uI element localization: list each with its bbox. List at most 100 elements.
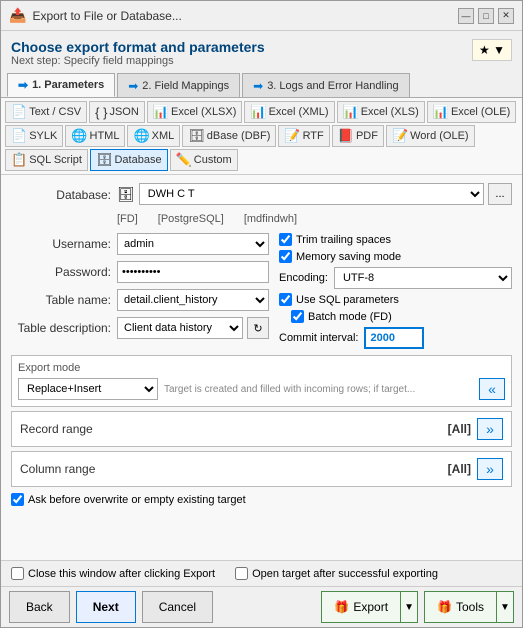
back-label: Back: [26, 600, 53, 614]
cancel-button[interactable]: Cancel: [142, 591, 213, 623]
sylk-icon: 📄: [11, 128, 27, 144]
two-col-section: Username: admin Password: Table name: de…: [11, 233, 512, 349]
back-button[interactable]: Back: [9, 591, 70, 623]
window-title: Export to File or Database...: [32, 9, 181, 23]
left-column: Username: admin Password: Table name: de…: [11, 233, 269, 349]
export-icon: 🎁: [334, 600, 349, 614]
format-text-csv[interactable]: 📄 Text / CSV: [5, 101, 87, 123]
record-range-button[interactable]: »: [477, 418, 503, 440]
favorites-button[interactable]: ★ ▼: [472, 39, 512, 61]
main-window: 📤 Export to File or Database... — □ ✕ Ch…: [0, 0, 523, 628]
open-after-export-checkbox[interactable]: [235, 567, 248, 580]
tab-field-mappings[interactable]: ➡ 2. Field Mappings: [117, 73, 240, 97]
table-name-select[interactable]: detail.client_history: [117, 289, 269, 311]
database-input-group: 🗄 DWH C T ...: [117, 183, 512, 205]
batch-mode-checkbox[interactable]: [291, 310, 304, 323]
encoding-select[interactable]: UTF-8: [334, 267, 512, 289]
maximize-button[interactable]: □: [478, 8, 494, 24]
table-name-label: Table name:: [11, 293, 111, 307]
db-meta-row: [FD] [PostgreSQL] [mdfindwh]: [11, 213, 512, 225]
use-sql-params-label: Use SQL parameters: [296, 294, 399, 306]
sql-script-icon: 📋: [11, 152, 27, 168]
tab-arrow-icon-3: ➡: [253, 79, 263, 93]
format-excel-xml[interactable]: 📊 Excel (XML): [244, 101, 334, 123]
rtf-icon: 📝: [284, 128, 300, 144]
format-xml[interactable]: 🌐 XML: [127, 125, 180, 147]
html-label: HTML: [90, 130, 120, 142]
custom-label: Custom: [194, 154, 232, 166]
export-mode-expand-button[interactable]: «: [479, 378, 505, 400]
content-area: Database: 🗄 DWH C T ... [FD] [PostgreSQL…: [1, 175, 522, 560]
table-desc-select[interactable]: Client data history: [117, 317, 243, 339]
use-sql-params-row: Use SQL parameters: [279, 293, 512, 306]
json-label: JSON: [109, 106, 138, 118]
sylk-label: SYLK: [29, 130, 57, 142]
database-row: Database: 🗄 DWH C T ...: [11, 183, 512, 207]
header-text: Choose export format and parameters Next…: [11, 39, 265, 67]
password-input[interactable]: [117, 261, 269, 283]
header-section: Choose export format and parameters Next…: [1, 31, 522, 71]
column-range-right: [All] »: [448, 458, 503, 480]
format-rtf[interactable]: 📝 RTF: [278, 125, 329, 147]
format-sylk[interactable]: 📄 SYLK: [5, 125, 63, 147]
record-range-row[interactable]: Record range [All] »: [11, 411, 512, 447]
pdf-label: PDF: [356, 130, 378, 142]
format-database[interactable]: 🗄 Database: [90, 149, 168, 171]
tab-logs-label: 3. Logs and Error Handling: [267, 80, 398, 92]
format-sql-script[interactable]: 📋 SQL Script: [5, 149, 88, 171]
overwrite-row: Ask before overwrite or empty existing t…: [11, 493, 512, 506]
excel-xml-label: Excel (XML): [269, 106, 329, 118]
excel-xls-icon: 📊: [343, 104, 359, 120]
format-custom[interactable]: ✏️ Custom: [170, 149, 238, 171]
use-sql-params-checkbox[interactable]: [279, 293, 292, 306]
format-excel-xls[interactable]: 📊 Excel (XLS): [337, 101, 425, 123]
close-after-export-checkbox[interactable]: [11, 567, 24, 580]
export-mode-select[interactable]: Replace+Insert: [18, 378, 158, 400]
minimize-button[interactable]: —: [458, 8, 474, 24]
header-row: Choose export format and parameters Next…: [11, 39, 512, 67]
export-mode-row: Replace+Insert Target is created and fil…: [18, 378, 505, 400]
format-dbase-dbf[interactable]: 🗄 dBase (DBF): [182, 125, 276, 147]
database-options-button[interactable]: ...: [488, 183, 512, 205]
record-range-right: [All] »: [448, 418, 503, 440]
export-dropdown-button[interactable]: ▼: [400, 591, 418, 623]
export-mode-section: Export mode Replace+Insert Target is cre…: [11, 355, 512, 407]
export-button[interactable]: 🎁 Export: [321, 591, 400, 623]
excel-ole-icon: 📊: [433, 104, 449, 120]
database-select[interactable]: DWH C T: [139, 183, 484, 205]
commit-interval-input[interactable]: 2000: [364, 327, 424, 349]
tools-icon: 🎁: [437, 600, 452, 614]
trim-trailing-row: Trim trailing spaces: [279, 233, 512, 246]
format-word-ole[interactable]: 📝 Word (OLE): [386, 125, 475, 147]
trim-trailing-checkbox[interactable]: [279, 233, 292, 246]
next-button[interactable]: Next: [76, 591, 136, 623]
refresh-button[interactable]: ↻: [247, 317, 269, 339]
format-json[interactable]: { } JSON: [89, 101, 145, 123]
overwrite-checkbox[interactable]: [11, 493, 24, 506]
footer-buttons: Back Next Cancel 🎁 Export ▼ 🎁 Tools ▼: [1, 586, 522, 627]
tab-parameters[interactable]: ➡ 1. Parameters: [7, 73, 115, 97]
export-label: Export: [353, 600, 388, 614]
password-label: Password:: [11, 265, 111, 279]
column-range-row[interactable]: Column range [All] »: [11, 451, 512, 487]
username-input[interactable]: admin: [117, 233, 269, 255]
trim-trailing-label: Trim trailing spaces: [296, 234, 391, 246]
dbase-dbf-icon: 🗄: [188, 128, 205, 144]
tools-dropdown-button[interactable]: ▼: [496, 591, 514, 623]
encoding-label: Encoding:: [279, 272, 328, 284]
memory-saving-checkbox[interactable]: [279, 250, 292, 263]
db-icon: 🗄: [117, 186, 135, 203]
app-icon: 📤: [9, 7, 26, 24]
format-html[interactable]: 🌐 HTML: [65, 125, 125, 147]
format-excel-ole[interactable]: 📊 Excel (OLE): [427, 101, 516, 123]
format-excel-xlsx[interactable]: 📊 Excel (XLSX): [147, 101, 243, 123]
db-meta-fd: [FD]: [117, 213, 138, 225]
tab-logs[interactable]: ➡ 3. Logs and Error Handling: [242, 73, 410, 97]
column-range-button[interactable]: »: [477, 458, 503, 480]
batch-mode-label: Batch mode (FD): [308, 311, 392, 323]
tools-button[interactable]: 🎁 Tools: [424, 591, 496, 623]
header-subtitle: Next step: Specify field mappings: [11, 55, 265, 67]
close-button[interactable]: ✕: [498, 8, 514, 24]
format-pdf[interactable]: 📕 PDF: [332, 125, 384, 147]
excel-xlsx-label: Excel (XLSX): [171, 106, 236, 118]
